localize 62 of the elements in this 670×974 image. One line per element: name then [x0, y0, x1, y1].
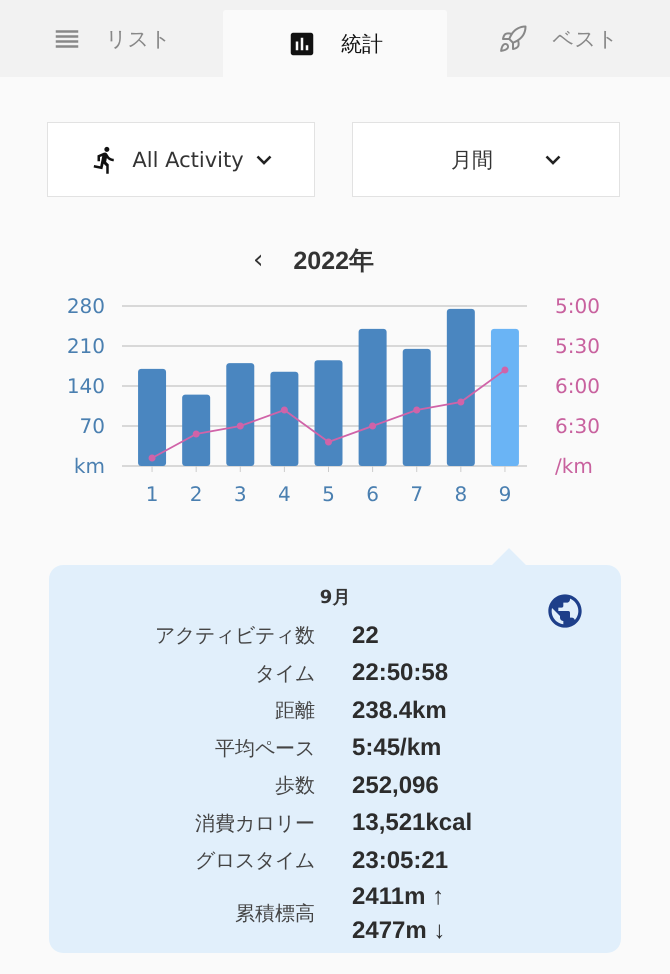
axis-label: 210 [66, 334, 105, 358]
axis-label: 70 [80, 414, 105, 438]
stat-label: 距離 [274, 697, 315, 724]
stat-value: 2477m ↓ [352, 916, 446, 946]
stat-value: 22:50:58 [352, 658, 450, 688]
chevron-down-icon [545, 154, 561, 164]
stat-value: 23:05:21 [352, 846, 450, 876]
bar[interactable] [446, 308, 475, 466]
axis-label: 140 [66, 374, 105, 398]
stat-value: 22 [352, 620, 380, 651]
bar[interactable] [138, 368, 166, 466]
point [413, 406, 420, 414]
point [148, 454, 156, 462]
point [457, 398, 464, 406]
card-title: 9月 [318, 586, 352, 609]
dropdown[interactable]: 月間 [352, 122, 620, 197]
axis-label: 6:00 [555, 374, 600, 398]
stat-label: 消費カロリー [194, 810, 315, 837]
point [236, 422, 244, 430]
axis-label: 6 [366, 482, 379, 506]
stat-label: 累積標高 [234, 900, 315, 927]
previous-button[interactable]: ‹ [252, 245, 264, 275]
axis-label: 7 [410, 482, 424, 506]
point [280, 406, 288, 414]
year-title: 2022年 [293, 246, 374, 276]
axis-label: 3 [234, 482, 247, 506]
stat-label: 平均ペース [214, 734, 315, 762]
bar[interactable] [358, 328, 387, 466]
stat-value: 252,096 [352, 770, 440, 801]
stat-value: 2411m ↑ [352, 882, 446, 912]
point [501, 366, 508, 374]
bar[interactable] [402, 348, 431, 466]
point [369, 422, 376, 430]
bar[interactable] [226, 363, 254, 466]
axis-label: km [74, 454, 105, 478]
axis-label: 2 [190, 482, 203, 506]
axis-label: /km [555, 454, 593, 478]
axis-label: 280 [66, 294, 105, 318]
stat-value: 238.4km [352, 696, 448, 726]
bar[interactable] [270, 372, 298, 466]
bar[interactable] [490, 328, 519, 466]
dropdown[interactable]: All Activity [47, 122, 315, 197]
bar[interactable] [182, 394, 210, 466]
axis-label: 6:30 [555, 414, 600, 438]
point [325, 438, 332, 446]
axis-label: 1 [146, 482, 158, 506]
stat-label: グロスタイム [194, 847, 315, 874]
stat-label: アクティビティ数 [154, 622, 315, 650]
axis-label: 9 [498, 482, 512, 506]
chevron-down-icon [256, 154, 272, 164]
stat-label: 歩数 [274, 772, 315, 800]
axis-label: 5:00 [555, 294, 600, 318]
rocket-icon [498, 24, 528, 54]
axis-label: 5:30 [555, 334, 600, 358]
point [192, 430, 200, 438]
axis-label: 8 [454, 482, 468, 506]
stat-value: 13,521kcal [352, 808, 474, 838]
axis-label: 5 [322, 482, 335, 506]
stat-value: 5:45/km [352, 733, 442, 764]
axis-label: 4 [278, 482, 291, 506]
tab[interactable]: 統計 [223, 10, 447, 77]
stat-label: タイム [254, 660, 315, 687]
